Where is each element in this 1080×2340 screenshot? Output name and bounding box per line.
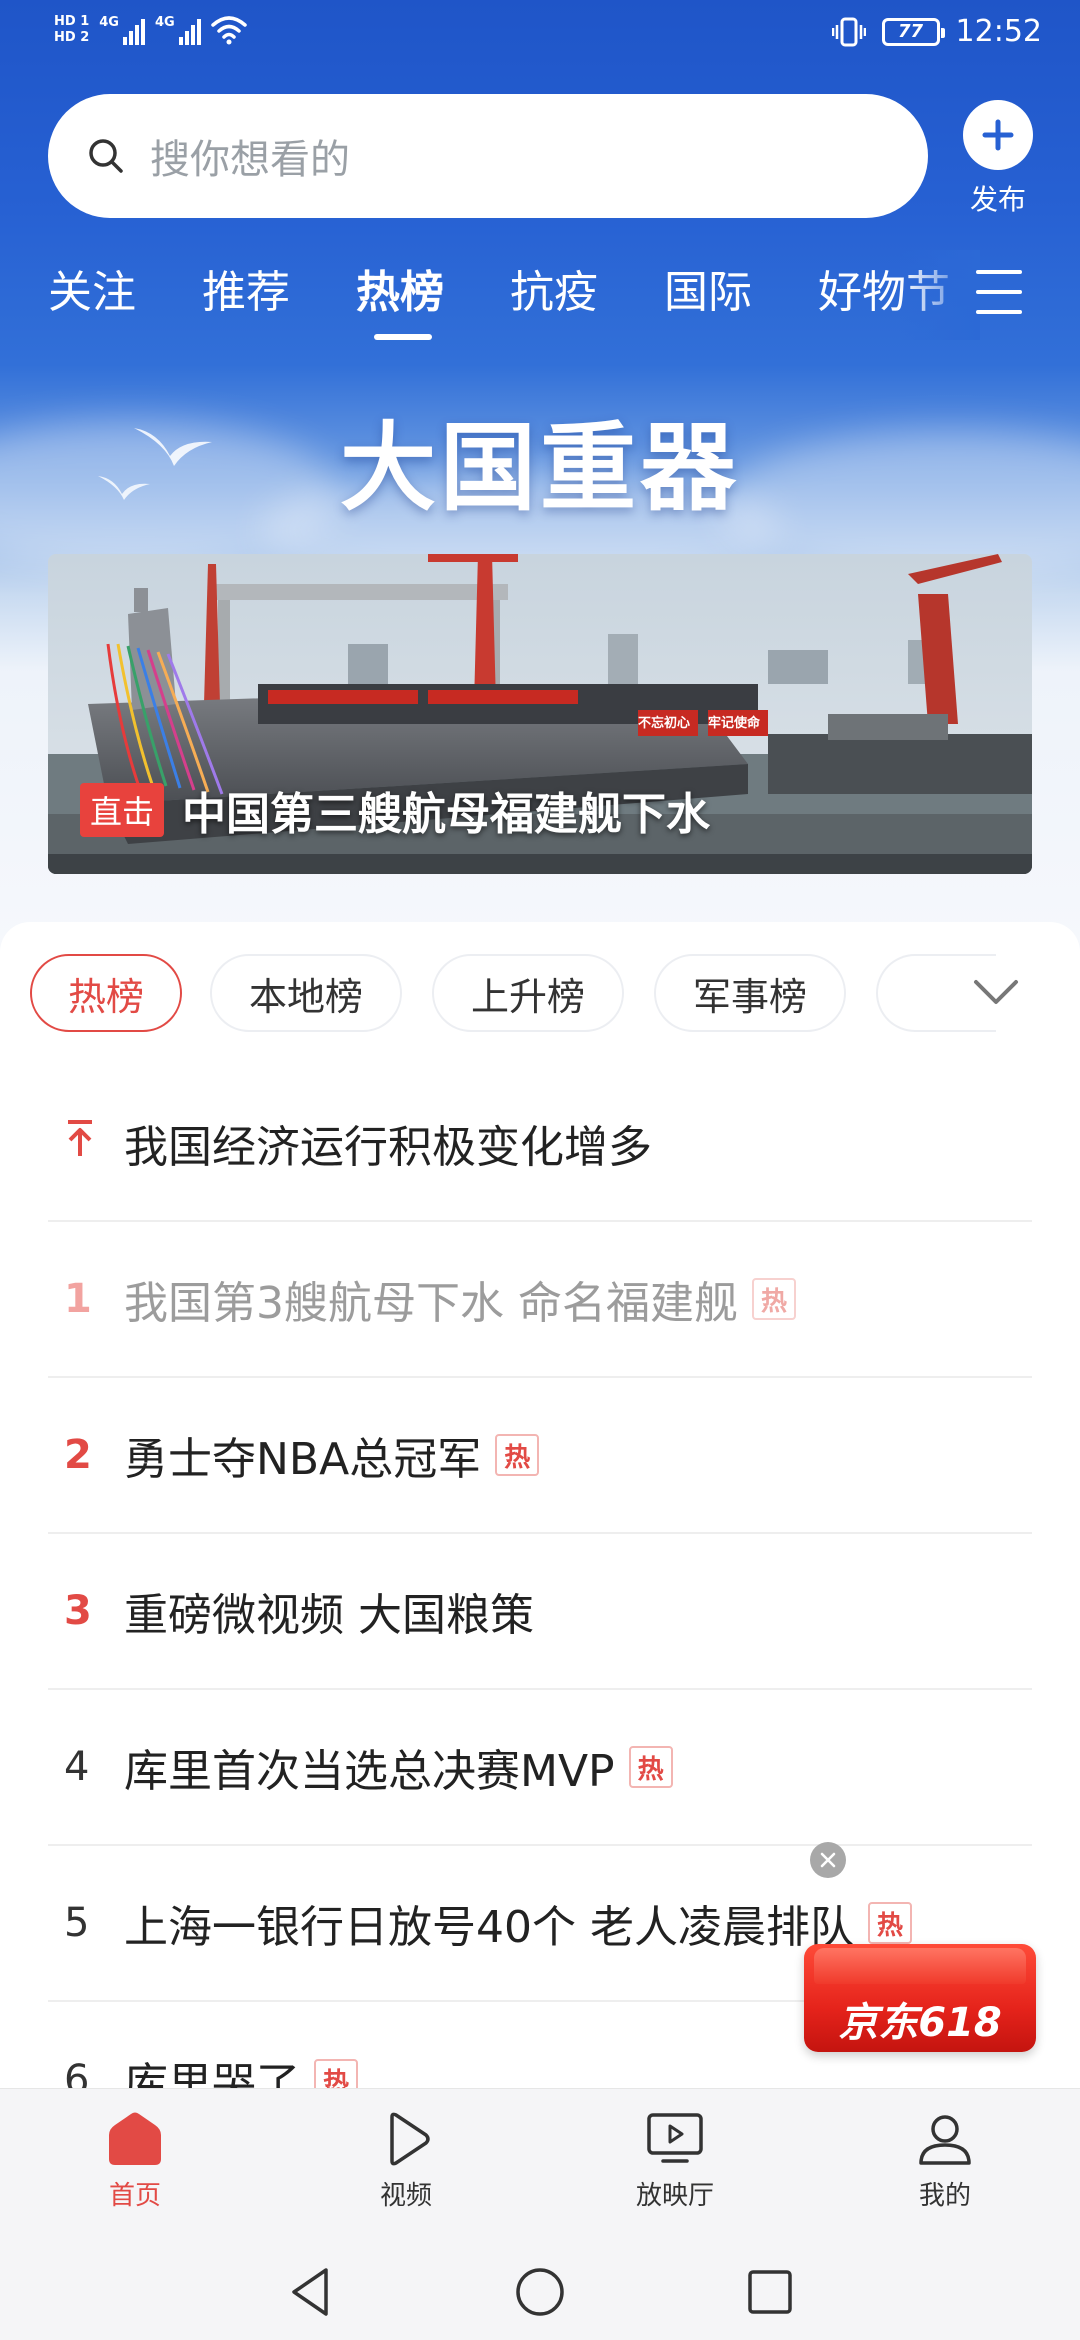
tab-follow[interactable]: 关注 (48, 256, 136, 320)
tab-recommend[interactable]: 推荐 (202, 256, 290, 320)
search-placeholder: 搜你想看的 (150, 137, 350, 183)
home-circle-icon[interactable] (514, 2266, 566, 2318)
battery-icon: 77 (881, 17, 945, 46)
recents-icon[interactable] (746, 2268, 794, 2316)
close-icon (820, 1852, 836, 1868)
home-icon (109, 2112, 161, 2165)
publish-label: 发布 (969, 183, 1026, 216)
hd-indicator: HD 1 HD 2 (54, 14, 90, 45)
list-item[interactable]: 我国经济运行积极变化增多 (48, 1066, 1032, 1222)
publish-button[interactable]: 发布 (962, 100, 1034, 218)
play-icon (390, 2112, 430, 2166)
tab-international[interactable]: 国际 (664, 256, 752, 320)
list-item-title: 我国第3艘航母下水 命名福建舰 (124, 1278, 738, 1329)
rank-number: 6 (64, 2057, 90, 2088)
headline-news-card[interactable]: 不忘初心 牢记使命 直击 中国第三艘航母福建舰下水 (48, 554, 1032, 874)
rank-number: 2 (64, 1432, 92, 1478)
banner-title: 大国重器 (340, 412, 740, 524)
rank-number: 5 (64, 1900, 90, 1946)
hot-list-panel: 热榜 本地榜 上升榜 军事榜 我国经济运行积极变化增多 1 我国第3艘航母下水 … (0, 922, 1080, 2088)
list-item-title: 库里哭了 (124, 2059, 300, 2088)
chip-rising-list[interactable]: 上升榜 (432, 954, 624, 1032)
nav-home[interactable]: 首页 (65, 2111, 205, 2212)
profile-icon (919, 2115, 971, 2165)
nav-profile[interactable]: 我的 (875, 2111, 1015, 2212)
back-icon[interactable] (286, 2266, 334, 2318)
pin-top-icon (68, 1120, 92, 1156)
rank-number: 4 (64, 1744, 90, 1790)
list-item-title: 上海一银行日放号40个 老人凌晨排队 (124, 1902, 854, 1953)
headline-title: 中国第三艘航母福建舰下水 (182, 789, 711, 840)
hot-badge: 热 (314, 2059, 358, 2088)
tab-hot-list[interactable]: 热榜 (356, 256, 444, 320)
chip-local-list[interactable]: 本地榜 (210, 954, 402, 1032)
hot-badge: 热 (628, 1746, 673, 1788)
list-item-title: 我国经济运行积极变化增多 (124, 1122, 652, 1173)
jd-618-ad[interactable]: 京东618 (804, 1944, 1036, 2052)
list-item-title: 勇士夺NBA总冠军 (124, 1434, 482, 1485)
nav-video[interactable]: 视频 (336, 2111, 476, 2212)
list-item[interactable]: 2 勇士夺NBA总冠军 热 (48, 1378, 1032, 1534)
system-navigation-bar (0, 2238, 1080, 2340)
chip-hot-list[interactable]: 热榜 (30, 954, 182, 1032)
tab-anti-epidemic[interactable]: 抗疫 (510, 256, 598, 320)
clock: 12:52 (955, 14, 1042, 49)
live-badge: 直击 (80, 783, 165, 837)
rank-number: 3 (64, 1588, 92, 1634)
chevron-down-icon[interactable] (966, 962, 1026, 1022)
wifi-icon (210, 16, 247, 45)
hot-badge: 热 (495, 1434, 540, 1476)
signal-icon: 4G (99, 15, 145, 45)
ad-label: 京东618 (838, 2000, 1002, 2046)
search-icon (89, 139, 123, 173)
chip-military-list[interactable]: 军事榜 (654, 954, 846, 1032)
list-item-title: 库里首次当选总决赛MVP (124, 1746, 615, 1797)
pinned-rank (48, 1118, 124, 1168)
list-item[interactable]: 3 重磅微视频 大国粮策 (48, 1534, 1032, 1690)
vibrate-icon (831, 17, 866, 46)
nav-theater[interactable]: 放映厅 (605, 2111, 745, 2212)
photo-sign: 牢记使命 (708, 716, 761, 731)
close-ad-button[interactable] (810, 1842, 846, 1878)
rank-number: 1 (64, 1276, 92, 1322)
active-tab-indicator (374, 334, 432, 340)
status-bar: HD 1 HD 2 4G 4G 77 12:52 (0, 0, 1080, 76)
bottom-nav: 首页 视频 放映厅 我的 (0, 2088, 1080, 2238)
list-item-title: 重磅微视频 大国粮策 (124, 1590, 534, 1641)
menu-icon[interactable] (976, 270, 1022, 314)
screen-icon (647, 2113, 703, 2163)
signal-icon: 4G (155, 15, 201, 45)
plus-icon (982, 119, 1014, 151)
hot-badge: 热 (867, 1902, 912, 1944)
list-item[interactable]: 1 我国第3艘航母下水 命名福建舰 热 (48, 1222, 1032, 1378)
list-item[interactable]: 4 库里首次当选总决赛MVP 热 (48, 1690, 1032, 1846)
search-input[interactable]: 搜你想看的 (48, 94, 928, 218)
hot-badge: 热 (751, 1278, 796, 1320)
photo-sign: 不忘初心 (638, 716, 691, 731)
tab-fade (900, 250, 980, 340)
